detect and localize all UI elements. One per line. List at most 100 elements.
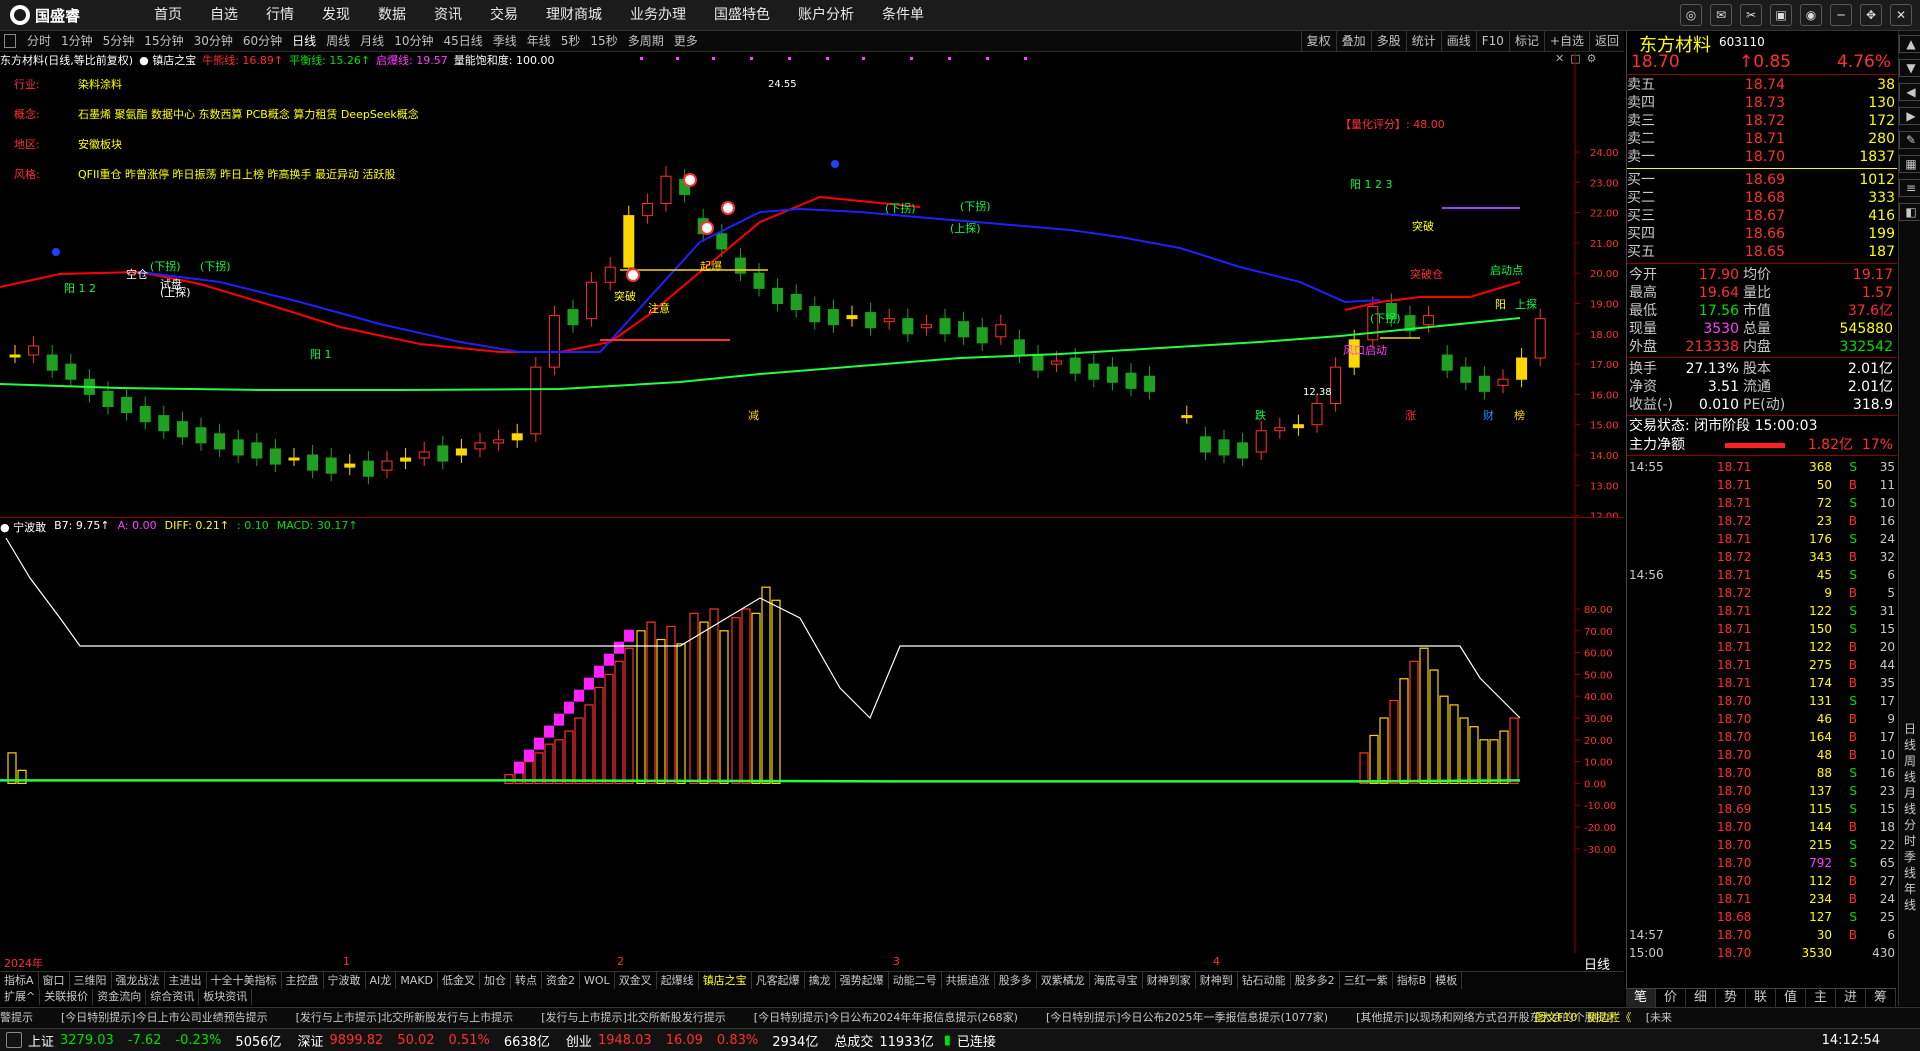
side-tool-icon[interactable]: ▦ bbox=[1899, 155, 1920, 173]
candle-body[interactable] bbox=[586, 281, 598, 320]
candle-body[interactable] bbox=[716, 233, 728, 250]
indicator-tab[interactable]: 海底寻宝 bbox=[1090, 972, 1143, 989]
indicator-tab[interactable]: 动能二号 bbox=[889, 972, 942, 989]
candle-body[interactable] bbox=[920, 324, 932, 329]
news-item[interactable]: [今日特别提示]今日公布2025年一季报信息提示(1077家) bbox=[1046, 1011, 1328, 1024]
candle-body[interactable] bbox=[307, 454, 319, 471]
ask-row[interactable]: 卖三 18.72 172 bbox=[1627, 112, 1897, 130]
tick-row[interactable]: 18.72 23 B 16 bbox=[1627, 512, 1897, 530]
indicator-tab[interactable]: 凡客起爆 bbox=[752, 972, 805, 989]
period-tab[interactable]: 周线 bbox=[321, 31, 355, 51]
chart-tool-button[interactable]: 统计 bbox=[1405, 31, 1441, 51]
candle-body[interactable] bbox=[1237, 442, 1249, 459]
indicator-tab[interactable]: 共振追涨 bbox=[942, 972, 995, 989]
chat-icon[interactable]: ◎ bbox=[1680, 4, 1702, 26]
candle-body[interactable] bbox=[325, 457, 337, 474]
period-tab[interactable]: 季线 bbox=[488, 31, 522, 51]
candle-body[interactable] bbox=[1199, 436, 1211, 453]
candle-body[interactable] bbox=[493, 439, 505, 444]
square-icon[interactable] bbox=[4, 34, 16, 48]
candle-body[interactable] bbox=[827, 309, 839, 326]
candle-body[interactable] bbox=[65, 363, 77, 380]
chart-tool-button[interactable]: +自选 bbox=[1543, 31, 1589, 51]
tick-row[interactable]: 18.70 88 S 16 bbox=[1627, 764, 1897, 782]
maximize-icon[interactable]: ✥ bbox=[1860, 4, 1882, 26]
quote-tab[interactable]: 价 bbox=[1656, 989, 1686, 1007]
candle-body[interactable] bbox=[139, 406, 151, 423]
side-tool-icon[interactable]: ▼ bbox=[1899, 59, 1920, 77]
indicator-tab[interactable]: AI龙 bbox=[366, 972, 397, 989]
candle-body[interactable] bbox=[1460, 366, 1472, 383]
side-tool-icon[interactable]: ◀ bbox=[1899, 83, 1920, 101]
news-item[interactable]: [发行与上市提示]北交所新股发行提示 bbox=[541, 1011, 726, 1024]
candle-body[interactable] bbox=[1013, 339, 1025, 356]
indicator-tab[interactable]: 三红一紫 bbox=[1340, 972, 1393, 989]
chart-tool-button[interactable]: 返回 bbox=[1588, 31, 1624, 51]
candle-body[interactable] bbox=[1088, 363, 1100, 380]
candle-body[interactable] bbox=[288, 457, 300, 461]
vertical-period-tab[interactable]: 线 bbox=[1899, 865, 1920, 881]
quote-tab[interactable]: 联 bbox=[1746, 989, 1776, 1007]
side-tool-icon[interactable]: ✎ bbox=[1899, 131, 1920, 149]
candle-body[interactable] bbox=[344, 463, 356, 468]
vertical-period-tab[interactable]: 日 bbox=[1899, 721, 1920, 737]
tick-row[interactable]: 18.71 174 B 35 bbox=[1627, 674, 1897, 692]
tick-row[interactable]: 18.72 343 B 32 bbox=[1627, 548, 1897, 566]
indicator-tab[interactable]: MAKD bbox=[396, 972, 439, 989]
tick-row[interactable]: 14:57 18.70 30 B 6 bbox=[1627, 926, 1897, 944]
candle-body[interactable] bbox=[1069, 357, 1081, 374]
tick-row[interactable]: 18.69 115 S 15 bbox=[1627, 800, 1897, 818]
bid-row[interactable]: 买五 18.65 187 bbox=[1627, 243, 1897, 261]
candle-body[interactable] bbox=[902, 318, 914, 335]
candle-body[interactable] bbox=[548, 315, 560, 368]
bottom-tab[interactable]: 综合资讯 bbox=[146, 989, 200, 1005]
news-item[interactable]: [今日特别提示]今日公布2024年年报信息提示(268家) bbox=[754, 1011, 1018, 1024]
candle-body[interactable] bbox=[1441, 354, 1453, 371]
period-tab[interactable]: 5分钟 bbox=[98, 31, 140, 51]
indicator-tab[interactable]: 加仓 bbox=[480, 972, 512, 989]
vertical-period-tab[interactable]: 线 bbox=[1899, 801, 1920, 817]
vertical-period-tab[interactable]: 季 bbox=[1899, 849, 1920, 865]
candle-body[interactable] bbox=[511, 433, 523, 441]
indicator-tab[interactable]: 擒龙 bbox=[805, 972, 836, 989]
candle-body[interactable] bbox=[604, 266, 616, 283]
news-item[interactable]: 警提示 bbox=[0, 1011, 33, 1024]
quote-tab[interactable]: 笔 bbox=[1626, 989, 1656, 1007]
indicator-tab[interactable]: 三维阳 bbox=[70, 972, 112, 989]
candle-body[interactable] bbox=[102, 390, 114, 408]
candle-body[interactable] bbox=[976, 327, 988, 344]
indicator-tab[interactable]: 起爆线 bbox=[657, 972, 699, 989]
chart-tool-button[interactable]: 画线 bbox=[1440, 31, 1476, 51]
tick-row[interactable]: 15:00 18.70 3530 430 bbox=[1627, 944, 1897, 962]
candle-body[interactable] bbox=[269, 448, 281, 465]
bid-row[interactable]: 买四 18.66 199 bbox=[1627, 225, 1897, 243]
macd-chart[interactable]: 80.00 70.00 60.00 50.00 40.00 30.00 20.00 10.00… bbox=[0, 518, 1624, 953]
period-tab[interactable]: 5秒 bbox=[556, 31, 586, 51]
indicator-tab[interactable]: 双紫橘龙 bbox=[1037, 972, 1090, 989]
period-tab[interactable]: 年线 bbox=[522, 31, 556, 51]
candle-body[interactable] bbox=[1534, 318, 1546, 359]
candle-body[interactable] bbox=[121, 396, 133, 414]
candle-body[interactable] bbox=[734, 257, 746, 274]
candle-body[interactable] bbox=[455, 448, 467, 456]
tools-icon[interactable]: ✂ bbox=[1740, 4, 1762, 26]
news-item[interactable]: [发行与上市提示]北交所新股发行与上市提示 bbox=[296, 1011, 514, 1024]
sh-index-name[interactable]: 上证 bbox=[28, 1031, 54, 1050]
candle-body[interactable] bbox=[1255, 430, 1267, 453]
vertical-period-tab[interactable]: 线 bbox=[1899, 769, 1920, 785]
period-tab[interactable]: 30分钟 bbox=[189, 31, 238, 51]
tick-row[interactable]: 18.70 131 S 17 bbox=[1627, 692, 1897, 710]
menu-item[interactable]: 行情 bbox=[252, 0, 308, 30]
candle-body[interactable] bbox=[437, 445, 449, 462]
tick-row[interactable]: 18.68 127 S 25 bbox=[1627, 908, 1897, 926]
period-tab[interactable]: 10分钟 bbox=[389, 31, 438, 51]
tick-row[interactable]: 18.71 275 B 44 bbox=[1627, 656, 1897, 674]
tick-row[interactable]: 18.71 50 B 11 bbox=[1627, 476, 1897, 494]
indicator-tab[interactable]: 强势起爆 bbox=[836, 972, 889, 989]
candle-body[interactable] bbox=[865, 312, 877, 329]
period-tab[interactable]: 15秒 bbox=[585, 31, 622, 51]
quote-tab[interactable]: 势 bbox=[1716, 989, 1746, 1007]
indicator-tab[interactable]: 宁波敢 bbox=[324, 972, 366, 989]
tick-row[interactable]: 18.70 144 B 18 bbox=[1627, 818, 1897, 836]
quote-tab[interactable]: 值 bbox=[1776, 989, 1806, 1007]
